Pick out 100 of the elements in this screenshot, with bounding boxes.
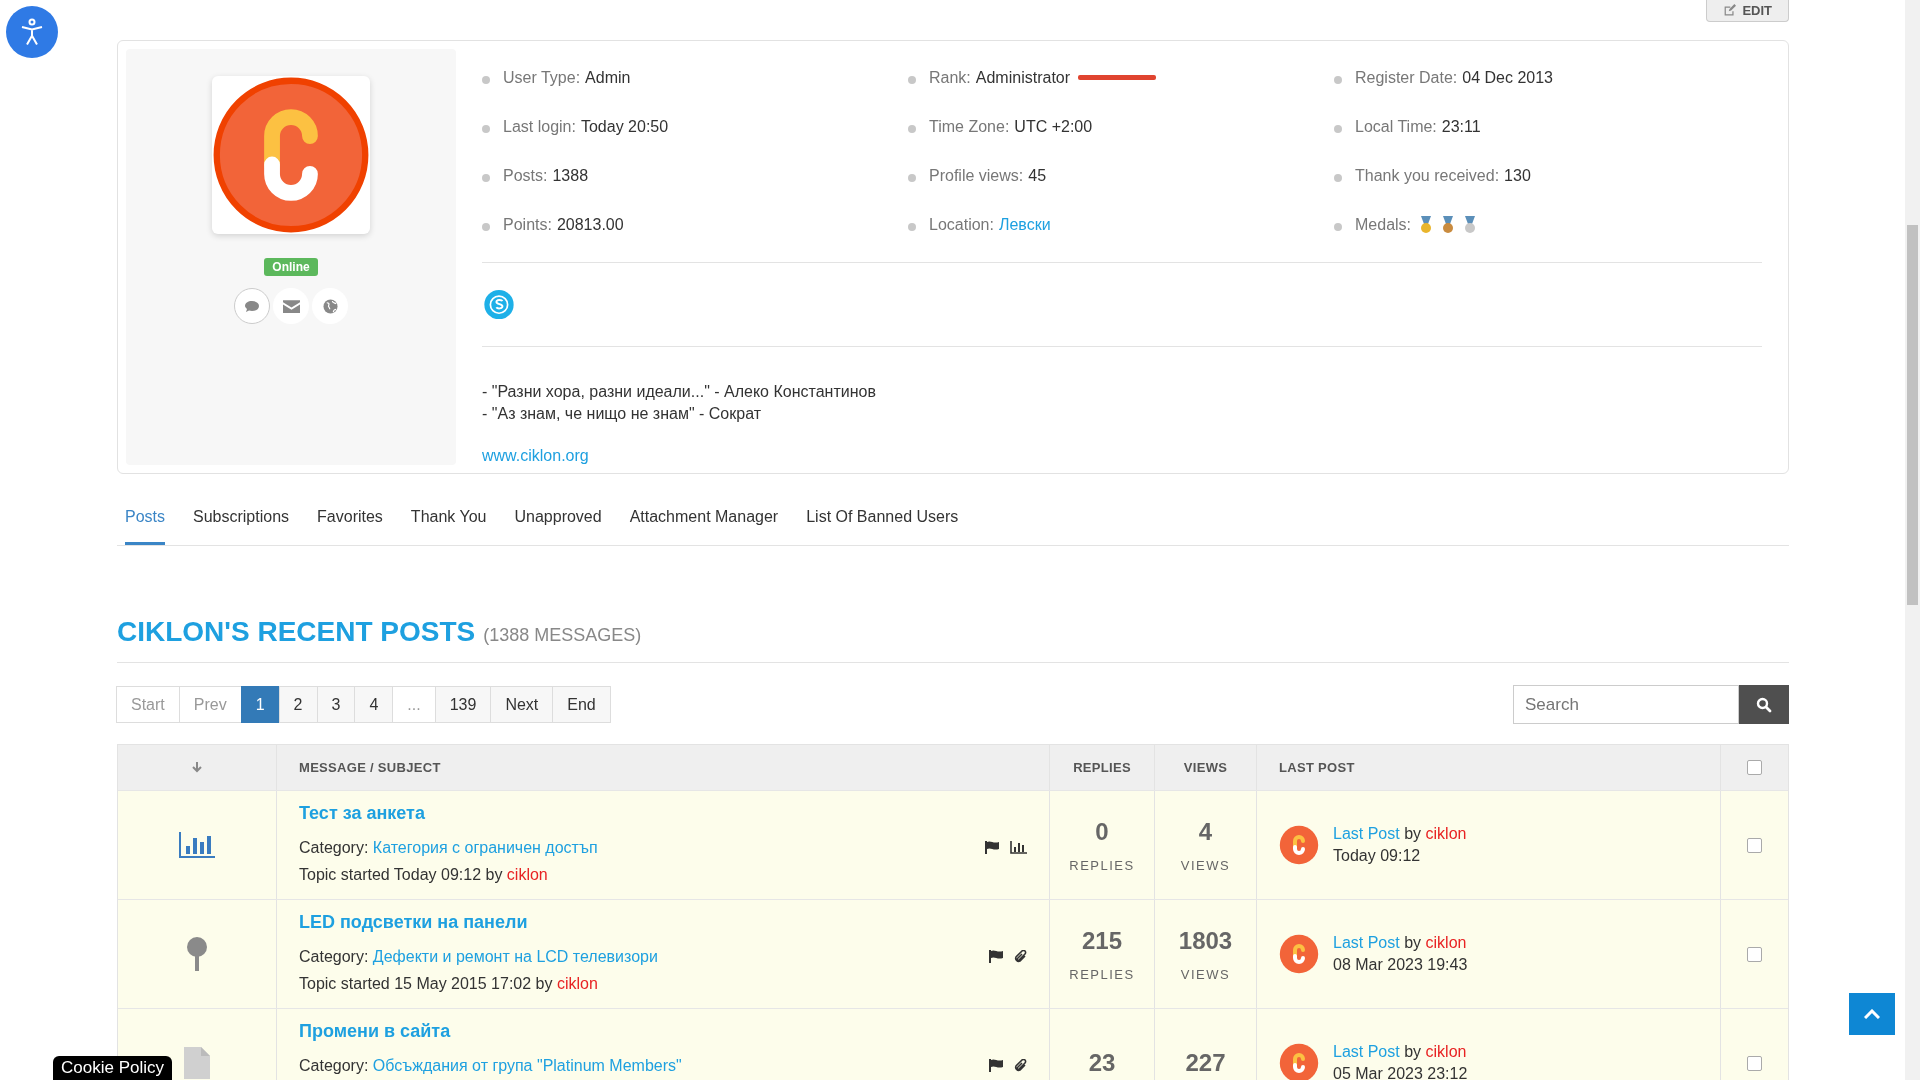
avatar — [1279, 825, 1319, 865]
info-value: 1388 — [552, 166, 589, 185]
speech-bubble-icon — [244, 298, 260, 314]
replies-label: REPLIES — [1069, 857, 1135, 873]
author-link[interactable]: ciklon — [506, 866, 548, 883]
sort-icon[interactable] — [192, 762, 202, 773]
flag-icon — [989, 1059, 1004, 1072]
message-button[interactable] — [273, 288, 309, 324]
bullet — [908, 222, 916, 231]
info-value: Administrator — [975, 68, 1071, 87]
info-label: Last login: — [503, 117, 576, 136]
profile-tab[interactable]: Attachment Manager — [629, 496, 779, 545]
profile-tab[interactable]: Subscriptions — [193, 496, 290, 545]
info-label: Time Zone: — [929, 117, 1010, 136]
page-link[interactable]: Next — [490, 686, 554, 723]
category-link[interactable]: Дефекти и ремонт на LCD телевизори — [372, 948, 658, 965]
avatar — [1279, 1043, 1319, 1080]
info-value: 23:11 — [1441, 117, 1481, 136]
info-value: Admin — [585, 68, 631, 87]
user-link[interactable]: ciklon — [1425, 825, 1467, 842]
bio-line: - "Аз знам, че нищо не знам" - Сократ — [482, 404, 763, 424]
row-checkbox[interactable] — [1747, 837, 1762, 853]
last-post-link[interactable]: Last Post — [1333, 825, 1400, 842]
row-checkbox[interactable] — [1747, 1055, 1762, 1071]
topic-title[interactable]: LED подсветки на панели — [299, 912, 658, 933]
info-value: 45 — [1028, 166, 1047, 185]
search-field[interactable]: Search — [1513, 685, 1739, 724]
reply-count: 0 — [1095, 817, 1109, 846]
category-label: Category: — [299, 1057, 369, 1074]
bio-line: - "Разни хора, разни идеали..." - Алеко Константинов — [482, 382, 877, 402]
bullet — [482, 222, 490, 231]
accessibility-button[interactable] — [6, 6, 58, 58]
profile-tab[interactable]: Posts — [125, 496, 165, 545]
info-value: UTC +2:00 — [1014, 117, 1093, 136]
bullet — [908, 75, 916, 84]
search-button[interactable] — [1739, 685, 1789, 724]
search-icon — [1756, 696, 1772, 713]
scroll-to-top-button[interactable] — [1849, 993, 1895, 1035]
page-link[interactable]: 139 — [434, 686, 492, 723]
edit-icon — [1723, 4, 1737, 17]
bullet — [908, 173, 916, 182]
column-header: VIEWS — [1183, 760, 1228, 775]
info-label: Thank you received: — [1355, 166, 1500, 185]
views-label: VIEWS — [1180, 857, 1231, 873]
last-post-link[interactable]: Last Post — [1333, 934, 1400, 951]
reply-count: 23 — [1088, 1049, 1116, 1077]
column-header: LAST POST — [1279, 760, 1355, 775]
profile-tab[interactable]: Favorites — [317, 496, 383, 545]
author-link[interactable]: ciklon — [556, 975, 598, 992]
profile-tab[interactable]: Thank You — [410, 496, 487, 545]
info-value: Today 20:50 — [580, 117, 669, 136]
user-link[interactable]: ciklon — [1425, 934, 1467, 951]
topic-started: Topic started Today 09:12 by — [299, 866, 503, 883]
bullet — [482, 75, 490, 84]
info-label: Points: — [503, 215, 552, 234]
paperclip-icon — [1014, 950, 1027, 964]
bullet — [1334, 124, 1342, 133]
topic-title[interactable]: Тест за анкета — [299, 803, 598, 824]
topic-title[interactable]: Промени в сайта — [299, 1021, 682, 1042]
bar-chart-icon — [1010, 841, 1027, 854]
bullet — [482, 173, 490, 182]
reply-count: 215 — [1081, 926, 1122, 955]
category-link[interactable]: Категория с ограничен достъп — [372, 839, 598, 856]
page-link[interactable]: 1 — [240, 686, 280, 723]
select-all-checkbox[interactable] — [1747, 760, 1762, 775]
info-value: 20813.00 — [556, 215, 624, 234]
category-label: Category: — [299, 948, 369, 965]
page-link[interactable]: 2 — [278, 686, 318, 723]
post-time: 05 Mar 2023 23:12 — [1333, 1064, 1468, 1080]
view-count: 4 — [1198, 817, 1213, 846]
page-link[interactable]: End — [552, 686, 611, 723]
category-link[interactable]: Обсъждания от група "Platinum Members" — [372, 1057, 682, 1074]
info-label: Medals: — [1355, 215, 1412, 234]
last-post-link[interactable]: Last Post — [1333, 1043, 1400, 1060]
info-value: 130 — [1504, 166, 1531, 185]
by-text: by — [1404, 1043, 1422, 1060]
website-button[interactable] — [312, 288, 348, 324]
info-label: User Type: — [503, 68, 581, 87]
row-checkbox[interactable] — [1747, 946, 1762, 962]
website-link[interactable]: www.ciklon.org — [482, 447, 1762, 465]
info-label: Local Time: — [1355, 117, 1437, 136]
pin-icon — [186, 937, 208, 971]
bullet — [482, 124, 490, 133]
by-text: by — [1404, 934, 1422, 951]
skype-icon[interactable] — [482, 289, 516, 320]
post-time: 08 Mar 2023 19:43 — [1333, 955, 1468, 975]
profile-tab[interactable]: Unapproved — [514, 496, 602, 545]
scrollbar[interactable] — [1905, 0, 1920, 1080]
view-count: 227 — [1185, 1049, 1226, 1077]
avatar — [1279, 934, 1319, 974]
cookie-policy-badge[interactable]: Cookie Policy — [53, 1056, 172, 1080]
chat-button[interactable] — [234, 288, 270, 324]
message-count: (1388 MESSAGES) — [483, 625, 642, 646]
paperclip-icon — [1014, 1059, 1027, 1073]
location-link[interactable]: Левски — [998, 215, 1051, 234]
profile-tab[interactable]: List Of Banned Users — [806, 496, 959, 545]
page-link[interactable]: 4 — [354, 686, 394, 723]
section-title: CIKLON'S RECENT POSTS — [117, 616, 476, 648]
edit-button[interactable]: EDIT — [1706, 0, 1789, 22]
user-link[interactable]: ciklon — [1425, 1043, 1467, 1060]
